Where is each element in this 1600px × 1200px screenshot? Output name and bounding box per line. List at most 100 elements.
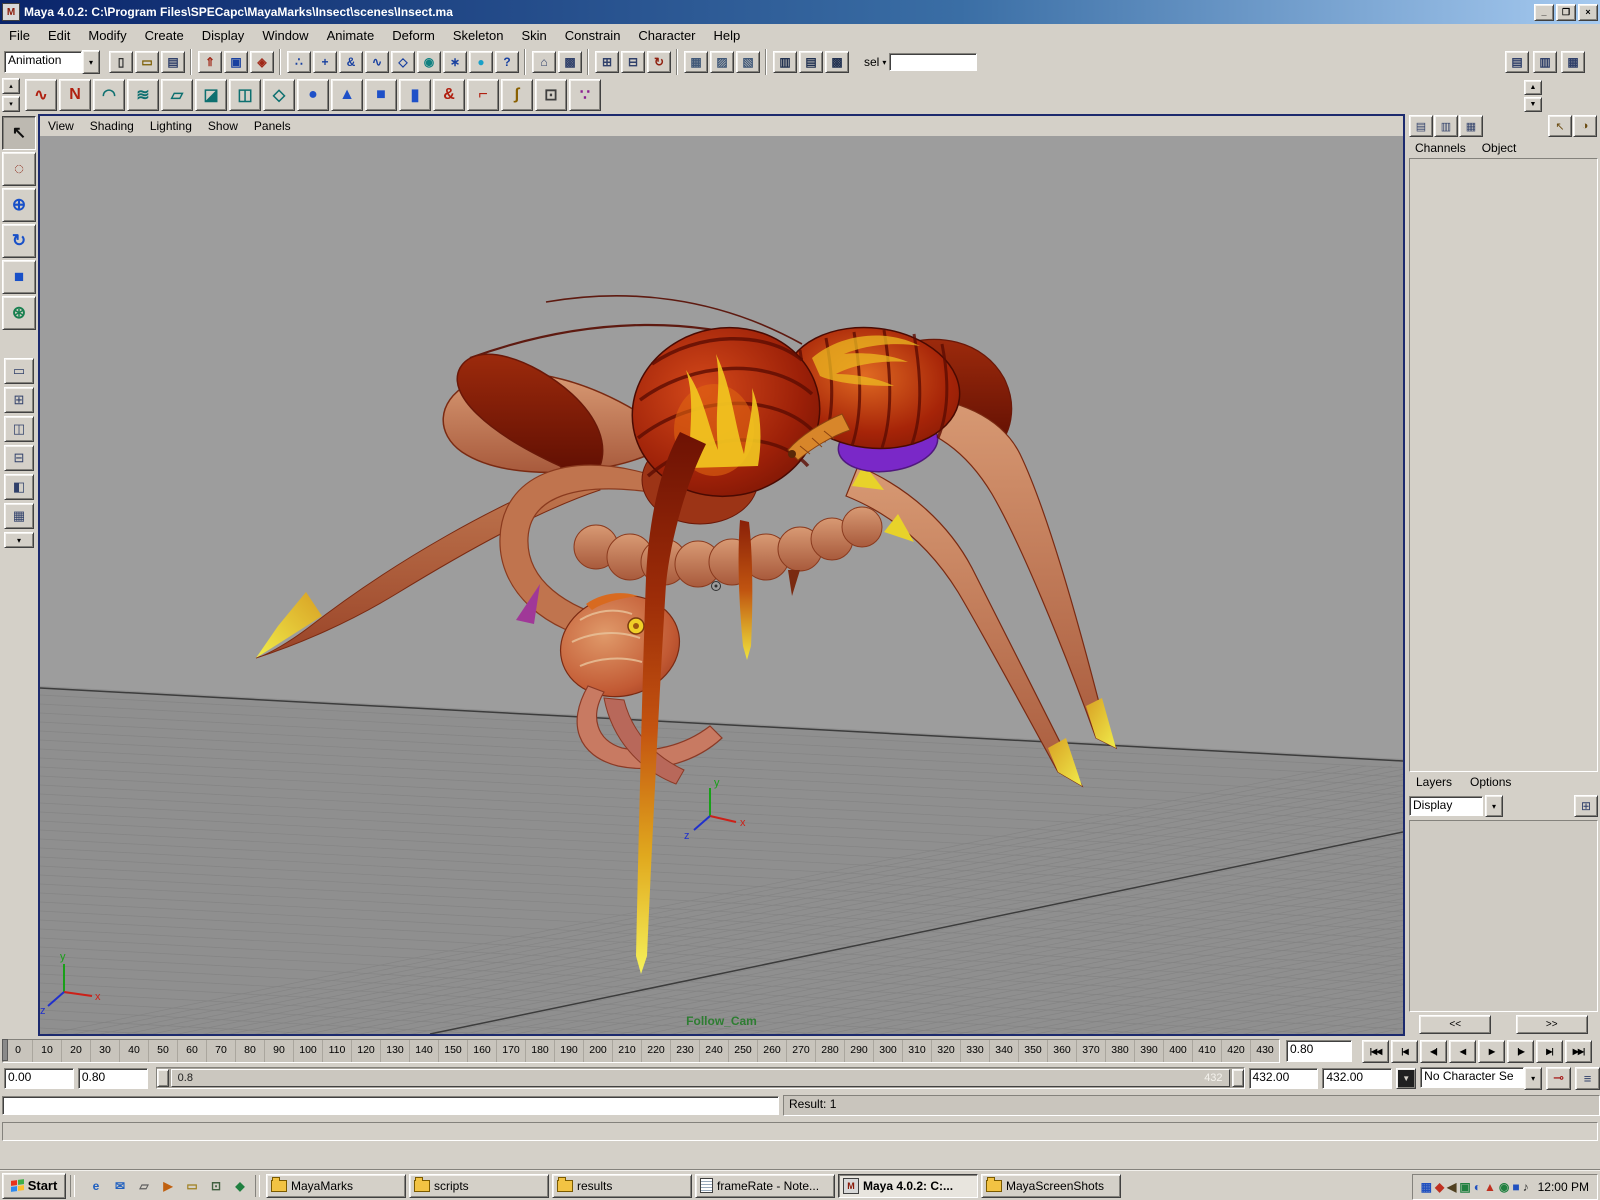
menu-edit[interactable]: Edit — [39, 26, 79, 45]
toggle-channel-box-icon[interactable]: ▦ — [1561, 51, 1585, 73]
ik-handle-tool-icon[interactable]: ⌐ — [467, 79, 499, 111]
sel-dropdown-arrow-icon[interactable]: ▾ — [882, 58, 886, 67]
save-scene-icon[interactable]: ▤ — [161, 51, 185, 73]
view-compass-icon[interactable]: ● — [469, 51, 493, 73]
open-scene-icon[interactable]: ▭ — [135, 51, 159, 73]
nurbs-cylinder-icon[interactable]: ▮ — [399, 79, 431, 111]
range-slider-track[interactable]: 0.8 432 — [156, 1067, 1245, 1089]
character-set-value[interactable]: No Character Se — [1420, 1067, 1524, 1088]
layer-list-area[interactable] — [1409, 820, 1598, 1012]
new-scene-icon[interactable]: ▯ — [109, 51, 133, 73]
channel-box-menu-object[interactable]: Object — [1474, 140, 1525, 156]
selection-mask-icon[interactable]: ∴ — [287, 51, 311, 73]
make-live-icon[interactable]: ◉ — [417, 51, 441, 73]
create-layer-button[interactable]: ⊞ — [1574, 795, 1598, 817]
extrude-icon[interactable]: ◪ — [195, 79, 227, 111]
current-time-field[interactable]: 0.80 — [1286, 1040, 1352, 1062]
menu-modify[interactable]: Modify — [79, 26, 135, 45]
snap-to-curve-icon[interactable]: & — [339, 51, 363, 73]
birail-icon[interactable]: ◫ — [229, 79, 261, 111]
character-menu-arrow-icon[interactable]: ▼ — [1396, 1068, 1416, 1089]
animation-preferences-button[interactable]: ≡ — [1575, 1067, 1600, 1090]
explorer-icon[interactable]: ▭ — [181, 1175, 203, 1197]
select-tool[interactable]: ↖ — [2, 116, 36, 150]
antivirus-icon[interactable]: ▲ — [1484, 1180, 1496, 1194]
channel-box-menu-channels[interactable]: Channels — [1407, 140, 1474, 156]
menu-display[interactable]: Display — [193, 26, 254, 45]
layout-three-pane-button[interactable]: ◧ — [4, 474, 34, 500]
ep-curve-tool-icon[interactable]: ∿ — [25, 79, 57, 111]
channel-list-area[interactable] — [1409, 158, 1598, 772]
paint-effects-icon[interactable]: ∫ — [501, 79, 533, 111]
rotate-tool[interactable]: ↻ — [2, 224, 36, 258]
select-by-object-icon[interactable]: ▣ — [224, 51, 248, 73]
display-settings-icon[interactable]: ▦ — [1421, 1180, 1432, 1194]
planar-icon[interactable]: ▱ — [161, 79, 193, 111]
joint-tool-icon[interactable]: & — [433, 79, 465, 111]
construction-history-icon[interactable]: ↻ — [647, 51, 671, 73]
task-results[interactable]: results — [552, 1174, 692, 1198]
command-line-input[interactable] — [2, 1096, 779, 1115]
menu-animate[interactable]: Animate — [318, 26, 384, 45]
playback-end-field[interactable]: 432.00 — [1249, 1068, 1319, 1089]
shelf-scroll-down-icon[interactable]: ▼ — [1524, 97, 1542, 112]
shelf-tabs-button[interactable]: ▴ — [2, 78, 20, 94]
layout-two-pane-stacked-button[interactable]: ⊟ — [4, 445, 34, 471]
menu-constrain[interactable]: Constrain — [556, 26, 630, 45]
animation-start-field[interactable]: 0.00 — [4, 1068, 74, 1089]
playblast-icon[interactable]: ▥ — [773, 51, 797, 73]
viewport-canvas[interactable]: y x z y x z Follow_Cam — [40, 136, 1403, 1034]
panel-menu-panels[interactable]: Panels — [246, 118, 299, 134]
pencil-curve-tool-icon[interactable]: N — [59, 79, 91, 111]
restore-button[interactable]: ❐ — [1556, 4, 1576, 21]
shelf-menu-button[interactable]: ▾ — [2, 96, 20, 112]
help-mode-icon[interactable]: ? — [495, 51, 519, 73]
task-framerate-notepad[interactable]: frameRate - Note... — [695, 1174, 835, 1198]
nurbs-cube-icon[interactable]: ■ — [365, 79, 397, 111]
graph-editor-icon[interactable]: ▤ — [799, 51, 823, 73]
viewport-scene[interactable]: y x z y x z — [40, 136, 1403, 1034]
snapshot-viewer-icon[interactable]: ⊡ — [205, 1175, 227, 1197]
menu-window[interactable]: Window — [253, 26, 317, 45]
character-set-arrow-icon[interactable]: ▾ — [1524, 1067, 1542, 1090]
play-backwards-button[interactable]: ◀ — [1449, 1040, 1476, 1063]
task-maya[interactable]: Maya 4.0.2: C:... — [838, 1174, 978, 1198]
instant-messenger-icon[interactable]: ◉ — [1499, 1180, 1509, 1194]
animation-end-field[interactable]: 432.00 — [1322, 1068, 1392, 1089]
highlight-selection-icon[interactable]: ▩ — [558, 51, 582, 73]
volume-icon[interactable]: ◀ — [1447, 1180, 1456, 1194]
menu-skin[interactable]: Skin — [512, 26, 555, 45]
task-scripts[interactable]: scripts — [409, 1174, 549, 1198]
menu-create[interactable]: Create — [136, 26, 193, 45]
ipr-render-icon[interactable]: ▨ — [710, 51, 734, 73]
particle-tool-icon[interactable]: ∵ — [569, 79, 601, 111]
task-mayascreenshots[interactable]: MayaScreenShots — [981, 1174, 1121, 1198]
taskbar-clock[interactable]: 12:00 PM — [1538, 1180, 1589, 1194]
menu-set-dropdown[interactable]: Animation ▾ — [4, 50, 100, 74]
step-back-frame-button[interactable]: ◀| — [1420, 1040, 1447, 1063]
step-back-key-button[interactable]: |◀ — [1391, 1040, 1418, 1063]
nurbs-sphere-icon[interactable]: ● — [297, 79, 329, 111]
render-current-frame-icon[interactable]: ▦ — [684, 51, 708, 73]
snap-to-grid-icon[interactable]: + — [313, 51, 337, 73]
loft-icon[interactable]: ≋ — [127, 79, 159, 111]
character-set-dropdown[interactable]: No Character Se ▾ — [1420, 1067, 1542, 1090]
channel-layout-wide-icon[interactable]: ▦ — [1459, 115, 1483, 137]
media-player-icon[interactable]: ▶ — [157, 1175, 179, 1197]
bevel-icon[interactable]: ◇ — [263, 79, 295, 111]
show-manipulator-tool[interactable]: ⊛ — [2, 296, 36, 330]
panel-menu-lighting[interactable]: Lighting — [142, 118, 200, 134]
panel-menu-view[interactable]: View — [40, 118, 82, 134]
menu-character[interactable]: Character — [629, 26, 704, 45]
maya-app-icon[interactable]: M — [2, 3, 20, 21]
layer-display-arrow-icon[interactable]: ▾ — [1485, 795, 1503, 817]
msn-icon[interactable]: ◆ — [229, 1175, 251, 1197]
layout-outliner-persp-button[interactable]: ▦ — [4, 503, 34, 529]
task-scheduler-icon[interactable]: ◐ — [1474, 1180, 1481, 1194]
lasso-select-tool[interactable]: ◌ — [2, 152, 36, 186]
snap-to-point-icon[interactable]: ∿ — [365, 51, 389, 73]
show-desktop-icon[interactable]: ▱ — [133, 1175, 155, 1197]
updates-icon[interactable]: ■ — [1512, 1180, 1519, 1194]
nurbs-cone-icon[interactable]: ▲ — [331, 79, 363, 111]
layout-menu-button[interactable]: ▾ — [4, 532, 34, 548]
